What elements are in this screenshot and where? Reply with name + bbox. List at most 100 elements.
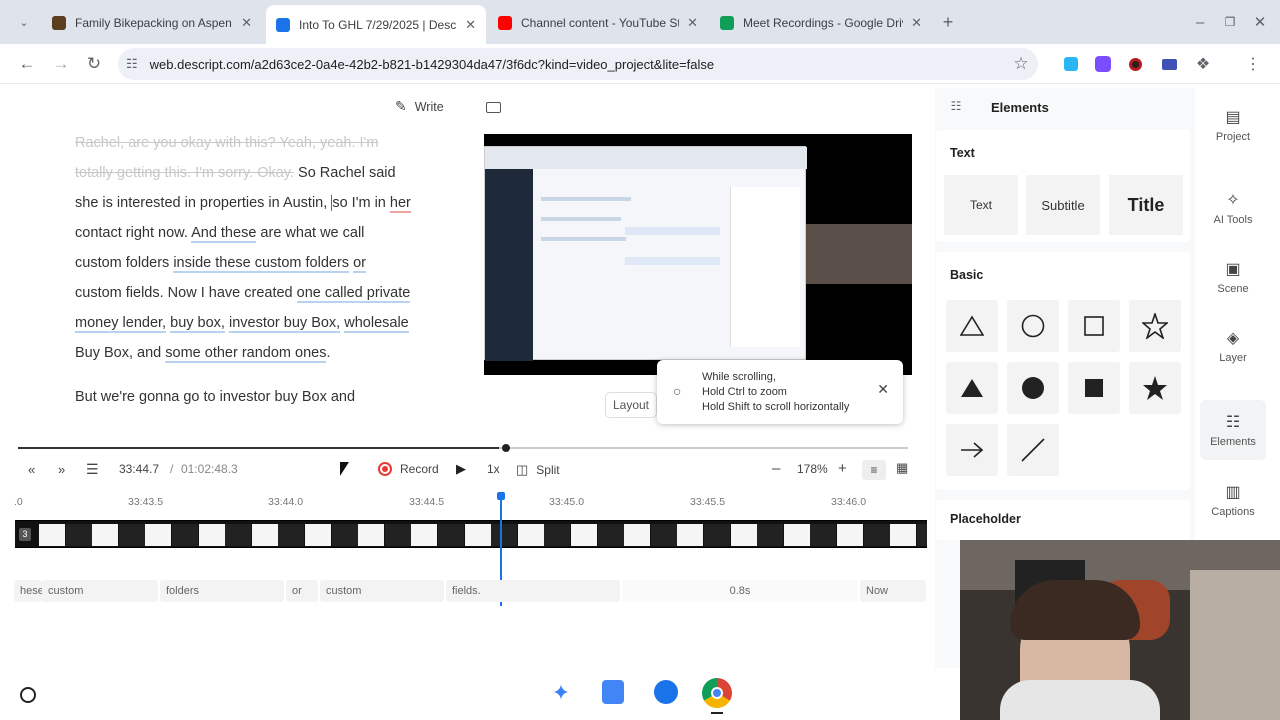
forward-icon[interactable]: →: [50, 53, 72, 75]
circle-outline-icon[interactable]: [1007, 300, 1059, 352]
gap-block[interactable]: 0.8s: [622, 580, 858, 602]
play-icon[interactable]: ▶: [456, 461, 466, 477]
track-frame-thumbnail: [650, 524, 677, 546]
chapters-icon[interactable]: ☰: [86, 461, 99, 478]
word-block[interactable]: Now: [860, 580, 926, 602]
add-text-button[interactable]: Text: [944, 175, 1018, 235]
gemini-icon[interactable]: ✦: [548, 680, 574, 706]
add-title-button[interactable]: Title: [1109, 175, 1183, 235]
webcam-overlay: [960, 540, 1280, 720]
zoom-in-icon[interactable]: +: [838, 460, 847, 477]
record-button[interactable]: Record: [378, 462, 439, 476]
close-icon[interactable]: ✕: [911, 15, 922, 31]
captions-icon: ▥: [1225, 484, 1241, 501]
video-track[interactable]: 3: [15, 520, 927, 548]
split-button[interactable]: ◫ Split: [516, 462, 560, 478]
word-block[interactable]: custom: [320, 580, 444, 602]
script-word[interactable]: buy box,: [170, 315, 225, 333]
rail-scene[interactable]: ▣ Scene: [1200, 247, 1266, 307]
square-outline-icon[interactable]: [1068, 300, 1120, 352]
skip-back-icon[interactable]: «: [28, 462, 35, 477]
close-icon[interactable]: ✕: [241, 15, 252, 31]
layout-toggle-icon[interactable]: [483, 98, 503, 116]
track-frame-thumbnail: [783, 524, 810, 546]
rail-project[interactable]: ▤ Project: [1200, 95, 1266, 155]
circle-filled-icon[interactable]: [1007, 362, 1059, 414]
back-icon[interactable]: ←: [16, 53, 38, 75]
line-icon[interactable]: [1007, 424, 1059, 476]
word-block[interactable]: hese: [14, 580, 44, 602]
timeline-view-icon[interactable]: ≡: [862, 460, 886, 480]
star-filled-icon[interactable]: [1129, 362, 1181, 414]
tab-drive[interactable]: Meet Recordings - Google Drive ✕: [710, 7, 932, 39]
word-block[interactable]: fields.: [446, 580, 620, 602]
word-block[interactable]: or: [286, 580, 318, 602]
script-word[interactable]: inside these custom folders: [173, 255, 350, 273]
script-word[interactable]: contact right now.: [75, 225, 188, 241]
messages-icon[interactable]: [654, 680, 678, 704]
triangle-outline-icon[interactable]: [946, 300, 998, 352]
tab-title: Meet Recordings - Google Drive: [743, 16, 904, 30]
rail-captions[interactable]: ▥ Captions: [1200, 470, 1266, 530]
zoom-out-icon[interactable]: –: [772, 460, 780, 477]
track-frame-thumbnail: [65, 524, 92, 546]
script-word[interactable]: And these: [191, 225, 257, 243]
close-icon[interactable]: ✕: [877, 382, 889, 397]
reload-icon[interactable]: ↻: [83, 53, 105, 75]
square-filled-icon[interactable]: [1068, 362, 1120, 414]
address-bar[interactable]: ☷ web.descript.com/a2d63ce2-0a4e-42b2-b8…: [118, 48, 1038, 80]
playback-progress-bar[interactable]: [18, 444, 908, 452]
maximize-icon[interactable]: ❐: [1220, 12, 1240, 32]
script-word[interactable]: her: [389, 195, 411, 213]
layout-button[interactable]: Layout: [605, 392, 657, 418]
script-word[interactable]: so: [331, 195, 348, 211]
rail-label: Scene: [1217, 283, 1249, 295]
docs-icon[interactable]: [602, 680, 624, 704]
extension-record-icon[interactable]: [1124, 53, 1146, 75]
new-tab-icon[interactable]: +: [938, 12, 958, 32]
bookmark-star-icon[interactable]: ☆: [1010, 53, 1032, 75]
grid-view-icon[interactable]: ▦: [896, 460, 908, 476]
launcher-icon[interactable]: [20, 687, 36, 703]
extensions-puzzle-icon[interactable]: ❖: [1192, 53, 1214, 75]
rail-elements[interactable]: ☷ Elements: [1200, 400, 1266, 460]
video-preview[interactable]: [484, 134, 912, 375]
speed-button[interactable]: 1x: [487, 462, 500, 476]
minimize-icon[interactable]: –: [1190, 12, 1210, 32]
tab-favicon: [276, 17, 290, 32]
word-block[interactable]: folders: [160, 580, 284, 602]
site-info-icon[interactable]: ☷: [126, 56, 138, 72]
script-word[interactable]: or: [353, 255, 366, 273]
rail-layer[interactable]: ◈ Layer: [1200, 316, 1266, 376]
script-text[interactable]: Rachel, are you okay with this? Yeah, ye…: [75, 128, 415, 412]
basic-section-title: Basic: [950, 268, 984, 282]
write-button[interactable]: ✎ Write: [395, 98, 444, 115]
playhead-handle[interactable]: [502, 444, 510, 452]
close-window-icon[interactable]: ✕: [1250, 12, 1270, 32]
arrow-icon[interactable]: [946, 424, 998, 476]
tab-descript[interactable]: Into To GHL 7/29/2025 | Descri ✕: [266, 5, 486, 44]
word-block[interactable]: custom: [42, 580, 158, 602]
script-word[interactable]: investor buy Box,: [228, 315, 341, 333]
chrome-icon[interactable]: [702, 678, 732, 708]
extension-drive-icon[interactable]: [1158, 53, 1180, 75]
skip-forward-icon[interactable]: »: [58, 462, 65, 477]
script-word[interactable]: some other random ones: [165, 345, 327, 363]
tab-youtube[interactable]: Channel content - YouTube Stu ✕: [488, 7, 708, 39]
rail-ai-tools[interactable]: ✧ AI Tools: [1200, 178, 1266, 238]
close-icon[interactable]: ✕: [687, 15, 698, 31]
script-word[interactable]: custom fields. Now I have created: [75, 285, 293, 301]
tab-bikepacking[interactable]: Family Bikepacking on Aspen R ✕: [42, 7, 262, 39]
extension-pen-icon[interactable]: [1060, 53, 1082, 75]
script-word[interactable]: wholesale: [344, 315, 409, 333]
triangle-filled-icon[interactable]: [946, 362, 998, 414]
more-menu-icon[interactable]: ⋮: [1242, 53, 1264, 75]
script-word[interactable]: I'm in: [352, 195, 386, 211]
script-word[interactable]: .: [326, 345, 330, 361]
extension-purple-icon[interactable]: [1092, 53, 1114, 75]
add-subtitle-button[interactable]: Subtitle: [1026, 175, 1100, 235]
close-icon[interactable]: ✕: [465, 17, 476, 33]
script-word[interactable]: Buy Box, and: [75, 345, 161, 361]
tab-list-icon[interactable]: ⌄: [14, 12, 34, 32]
star-outline-icon[interactable]: [1129, 300, 1181, 352]
